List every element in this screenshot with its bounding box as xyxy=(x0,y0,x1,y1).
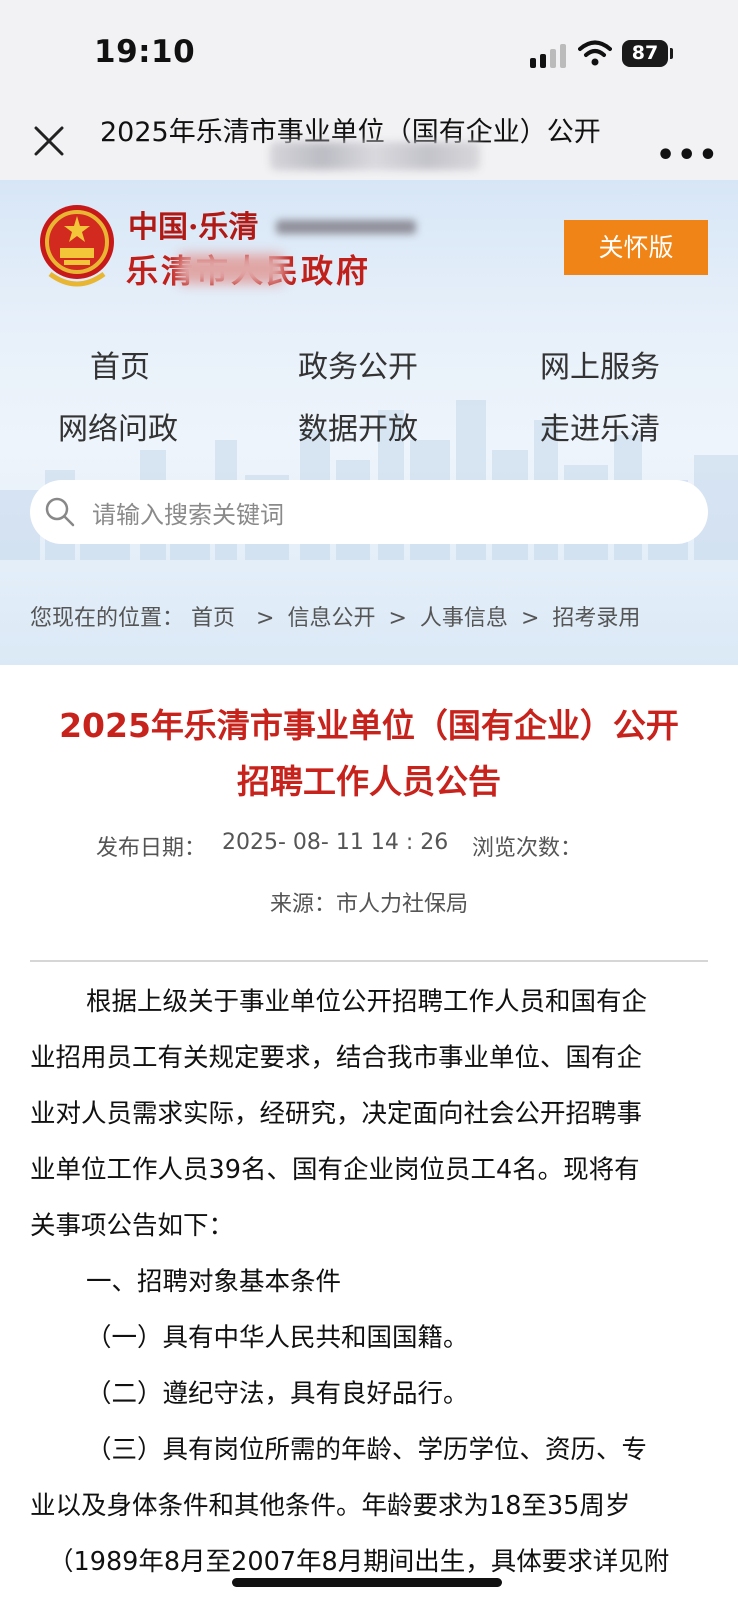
site-header: 中国·乐清 乐清市人民政府 关怀版 首页 政务公开 网上服务 网络问政 数据开放… xyxy=(0,180,738,665)
menu-item-online-inquiry[interactable]: 网络问政 xyxy=(58,404,178,448)
blurred-logo-text xyxy=(276,220,416,234)
article-paragraph: （二）遵纪守法，具有良好品行。 xyxy=(86,1379,469,1409)
article-paragraph: 根据上级关于事业单位公开招聘工作人员和国有企 xyxy=(86,987,648,1017)
search-input[interactable]: 请输入搜索关键词 xyxy=(30,480,708,544)
status-time: 19:10 xyxy=(94,34,196,70)
publish-date-label: 发布日期： xyxy=(96,836,207,861)
publish-date-value: 2025- 08- 11 14 : 26 xyxy=(222,830,449,855)
national-emblem-icon xyxy=(40,205,114,287)
article-paragraph: （一）具有中华人民共和国国籍。 xyxy=(86,1323,469,1353)
article-title: 2025年乐清市事业单位（国有企业）公开 招聘工作人员公告 xyxy=(30,698,708,810)
home-indicator[interactable] xyxy=(232,1578,502,1587)
breadcrumb-separator: > xyxy=(520,606,540,631)
status-bar: 19:10 87 xyxy=(0,0,738,100)
blurred-url xyxy=(270,142,480,170)
blurred-logo-name xyxy=(178,254,284,284)
menu-item-about-yueqing[interactable]: 走进乐清 xyxy=(540,404,660,448)
breadcrumb-separator: > xyxy=(256,606,275,631)
signal-icon xyxy=(530,44,566,68)
article-paragraph: 业以及身体条件和其他条件。年龄要求为18至35周岁 xyxy=(30,1491,631,1521)
close-icon[interactable] xyxy=(32,124,66,158)
article-source: 来源：市人力社保局 xyxy=(269,892,468,917)
breadcrumb-item-home[interactable]: 首页 xyxy=(191,600,235,632)
article-paragraph: 业单位工作人员39名、国有企业岗位员工4名。现将有 xyxy=(30,1155,640,1185)
menu-item-online-services[interactable]: 网上服务 xyxy=(540,342,660,386)
article-paragraph: （三）具有岗位所需的年龄、学历学位、资历、专 xyxy=(86,1435,648,1465)
more-icon[interactable]: ••• xyxy=(656,138,720,173)
menu-item-government-affairs[interactable]: 政务公开 xyxy=(298,342,418,386)
wifi-icon xyxy=(578,40,612,66)
search-icon[interactable] xyxy=(44,496,76,528)
article-paragraph: 关事项公告如下： xyxy=(30,1211,235,1241)
site-logo-line1: 中国·乐清 xyxy=(128,210,259,245)
breadcrumb: 您现在的位置： 首页 > 信息公开 > 人事信息 > 招考录用 xyxy=(30,600,640,632)
view-count-label: 浏览次数： xyxy=(472,836,583,861)
search-placeholder: 请输入搜索关键词 xyxy=(92,501,284,529)
article-title-line2: 招聘工作人员公告 xyxy=(237,762,501,801)
breadcrumb-separator: > xyxy=(388,606,407,631)
battery-tip xyxy=(670,48,673,59)
breadcrumb-item-recruitment[interactable]: 招考录用 xyxy=(552,600,640,632)
article-title-line1: 2025年乐清市事业单位（国有企业）公开 xyxy=(59,706,679,745)
menu-item-open-data[interactable]: 数据开放 xyxy=(298,404,418,448)
care-mode-button[interactable]: 关怀版 xyxy=(564,220,708,275)
breadcrumb-item-info[interactable]: 信息公开 xyxy=(287,600,375,632)
article-paragraph: 业招用员工有关规定要求，结合我市事业单位、国有企 xyxy=(30,1043,643,1073)
article-heading: 一、招聘对象基本条件 xyxy=(86,1267,342,1297)
menu-item-home[interactable]: 首页 xyxy=(90,342,150,386)
breadcrumb-prefix: 您现在的位置： xyxy=(30,606,185,631)
battery-icon: 87 xyxy=(622,40,668,67)
divider xyxy=(30,960,708,962)
breadcrumb-item-personnel[interactable]: 人事信息 xyxy=(420,600,508,632)
article-paragraph: 业对人员需求实际，经研究，决定面向社会公开招聘事 xyxy=(30,1099,643,1129)
